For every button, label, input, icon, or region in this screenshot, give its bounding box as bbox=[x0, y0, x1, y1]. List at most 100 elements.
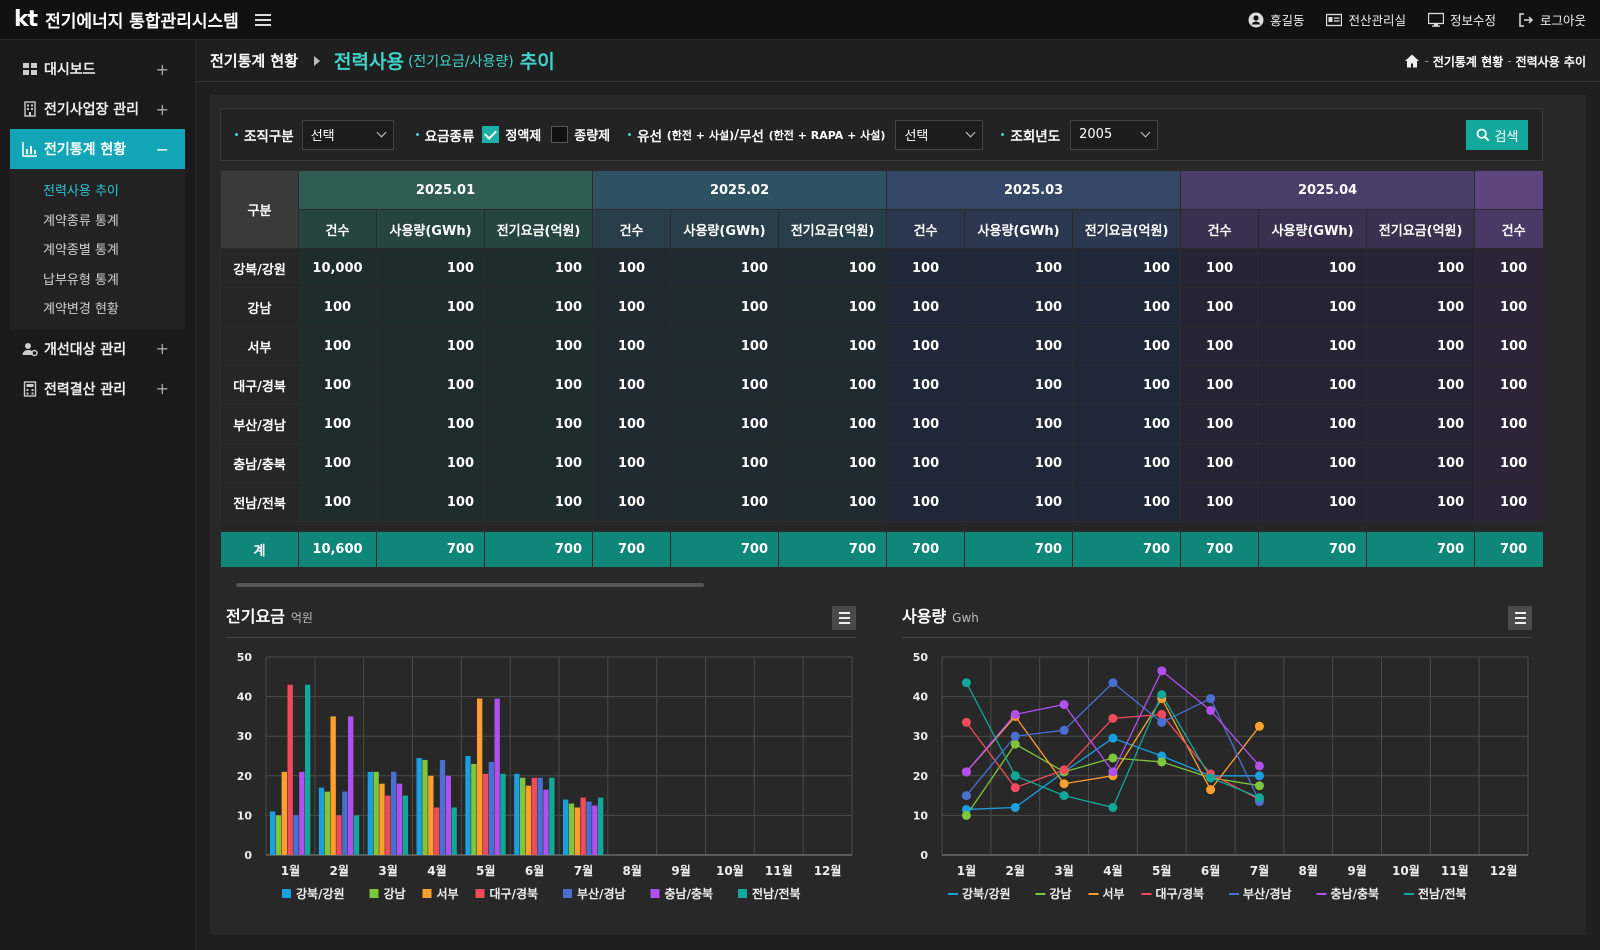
org-select[interactable]: 선택 bbox=[301, 119, 394, 150]
bar bbox=[586, 801, 592, 855]
admin-link[interactable]: 전산관리실 bbox=[1326, 10, 1406, 29]
table-cell: 100 bbox=[1366, 482, 1476, 522]
submenu-item-payment-type[interactable]: 납부유형 통계 bbox=[10, 264, 185, 294]
search-icon bbox=[1476, 128, 1489, 142]
bar bbox=[385, 795, 391, 855]
table-cell: 100 bbox=[886, 287, 966, 327]
month-header: 2025.04 bbox=[1180, 170, 1476, 210]
search-button-label: 검색 bbox=[1494, 129, 1519, 145]
breadcrumb-item[interactable]: 전기통계 현황 bbox=[1433, 53, 1503, 70]
chart-menu-icon[interactable] bbox=[1508, 606, 1532, 630]
submenu-item-usage-trend[interactable]: 전력사용 추이 bbox=[10, 175, 185, 205]
table-cell: 10,000 bbox=[298, 248, 377, 288]
sidebar-item-settlement[interactable]: 전력결산 관리 + bbox=[0, 369, 185, 409]
column-header: 사용량(GWh) bbox=[964, 209, 1074, 249]
table-row: 전남/전북 100 100 100 100 100 100 100 100 100 100 100 10… bbox=[220, 482, 1543, 522]
bar bbox=[598, 797, 604, 855]
x-tick-label: 4월 bbox=[1103, 863, 1122, 878]
sidebar-item-label: 전기사업장 관리 bbox=[44, 102, 140, 118]
edit-profile-link[interactable]: 정보수정 bbox=[1427, 10, 1496, 29]
expand-icon[interactable]: + bbox=[156, 379, 169, 398]
submenu-item-contract-class[interactable]: 계약종별 통계 bbox=[10, 234, 185, 264]
table-cell: 100 bbox=[670, 482, 780, 522]
bar bbox=[281, 771, 287, 855]
column-header: 건수 bbox=[886, 209, 966, 249]
table-cell: 100 bbox=[886, 404, 966, 444]
table-cell: 100 bbox=[1072, 404, 1182, 444]
dashboard-icon bbox=[22, 61, 38, 77]
table-cell: 100 bbox=[1072, 443, 1182, 483]
table-cell: 100 bbox=[670, 287, 780, 327]
collapse-icon[interactable]: − bbox=[156, 140, 169, 159]
row-label: 전남/전북 bbox=[220, 482, 299, 522]
user-menu[interactable]: 홍길동 bbox=[1248, 10, 1304, 29]
bar bbox=[422, 759, 428, 855]
bar bbox=[275, 815, 282, 855]
table-cell: 100 bbox=[376, 404, 485, 444]
table-cell: 100 bbox=[592, 287, 672, 327]
metered-rate-checkbox[interactable] bbox=[551, 126, 569, 143]
table-cell: 100 bbox=[778, 365, 888, 405]
table-cell: 100 bbox=[1072, 287, 1182, 327]
column-header: 전기요금(억원) bbox=[1366, 209, 1476, 249]
home-icon[interactable] bbox=[1404, 53, 1420, 69]
year-select[interactable]: 2005 bbox=[1070, 119, 1159, 150]
table-cell: 100 bbox=[1180, 248, 1260, 288]
table-cell: 100 bbox=[964, 287, 1074, 327]
legend-swatch bbox=[282, 889, 291, 898]
search-button[interactable]: 검색 bbox=[1466, 120, 1528, 150]
user-icon bbox=[1248, 12, 1264, 27]
logout-link[interactable]: 로그아웃 bbox=[1518, 10, 1586, 29]
flat-rate-checkbox[interactable] bbox=[482, 126, 500, 143]
row-label: 대구/경북 bbox=[220, 365, 299, 405]
breadcrumb-parent[interactable]: 전기통계 현황 bbox=[210, 50, 298, 71]
data-point bbox=[1206, 785, 1216, 795]
data-point bbox=[961, 791, 971, 801]
line-type-select[interactable]: 선택 bbox=[895, 119, 984, 150]
data-point bbox=[1206, 773, 1216, 783]
app-logo[interactable]: kt 전기에너지 통합관리시스템 bbox=[14, 7, 239, 32]
sidebar-item-sites[interactable]: 전기사업장 관리 + bbox=[0, 89, 185, 129]
admin-label: 전산관리실 bbox=[1348, 13, 1406, 28]
expand-icon[interactable]: + bbox=[156, 339, 169, 358]
sidebar: 대시보드 + 전기사업장 관리 + 전기통계 현황 − 전력사용 추이 계약종류… bbox=[0, 40, 196, 950]
expand-icon[interactable]: + bbox=[156, 60, 169, 79]
x-tick-label: 4월 bbox=[427, 863, 446, 878]
data-point bbox=[1254, 721, 1264, 731]
bar bbox=[488, 761, 494, 855]
x-tick-label: 3월 bbox=[378, 863, 397, 878]
submenu-item-contract-type[interactable]: 계약종류 통계 bbox=[10, 205, 185, 235]
bar bbox=[525, 785, 532, 855]
bar bbox=[574, 807, 580, 855]
sidebar-item-dashboard[interactable]: 대시보드 + bbox=[0, 49, 185, 89]
submenu-item-contract-change[interactable]: 계약변경 현황 bbox=[10, 293, 185, 323]
data-point bbox=[1108, 802, 1118, 812]
legend-label: 강북/강원 bbox=[296, 887, 345, 901]
bar bbox=[500, 773, 506, 855]
chart-menu-icon[interactable] bbox=[832, 606, 856, 630]
data-point bbox=[1254, 761, 1264, 771]
table-cell: 100 bbox=[964, 404, 1074, 444]
menu-toggle-icon[interactable] bbox=[254, 13, 271, 26]
x-tick-label: 11월 bbox=[765, 863, 793, 878]
table-cell: 100 bbox=[1180, 287, 1260, 327]
table-cell: 100 bbox=[376, 443, 485, 483]
sidebar-item-improvement[interactable]: 개선대상 관리 + bbox=[0, 329, 185, 369]
sidebar-item-stats[interactable]: 전기통계 현황 − bbox=[10, 129, 185, 169]
bar bbox=[318, 787, 325, 855]
legend-label: 강남 bbox=[1050, 886, 1072, 901]
legend-label: 서부 bbox=[437, 886, 459, 901]
table-cell: 100 bbox=[1474, 365, 1543, 405]
horizontal-scrollbar[interactable] bbox=[236, 583, 704, 587]
stats-table-wrapper[interactable]: 구분 2025.01 2025.02 2025.03 2025.04 건수 사용량(GW… bbox=[220, 170, 1543, 590]
table-cell: 100 bbox=[1366, 287, 1476, 327]
y-tick-label: 40 bbox=[237, 691, 253, 704]
expand-icon[interactable]: + bbox=[156, 100, 169, 119]
table-cell: 100 bbox=[1258, 326, 1368, 366]
table-cell: 100 bbox=[1180, 326, 1260, 366]
bar bbox=[451, 807, 457, 855]
column-header: 전기요금(억원) bbox=[483, 209, 594, 249]
page-title-end: 추이 bbox=[519, 51, 555, 73]
row-label: 강북/강원 bbox=[220, 248, 299, 288]
month-header: 2025.02 bbox=[592, 170, 888, 210]
